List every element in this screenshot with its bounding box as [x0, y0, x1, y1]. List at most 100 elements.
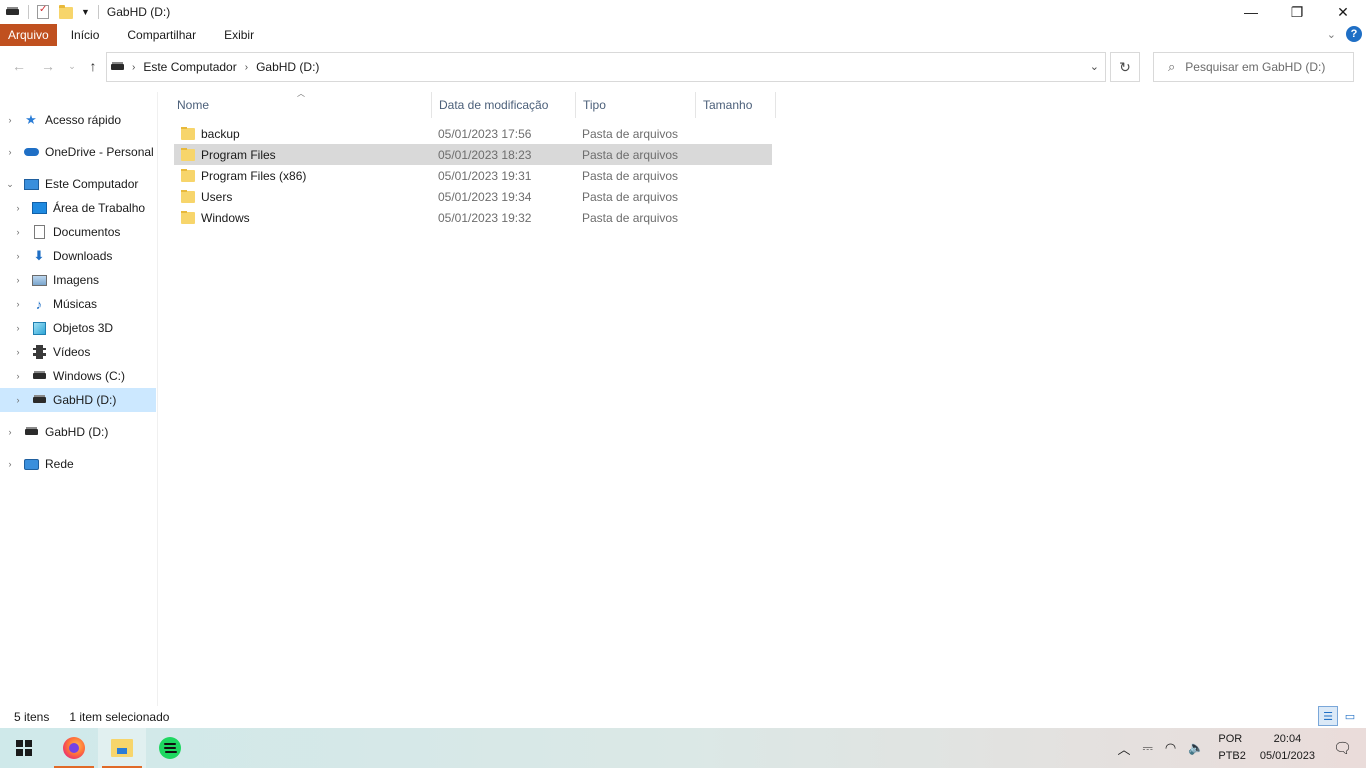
sidebar-item-label: GabHD (D:) — [45, 425, 109, 439]
sidebar-item-onedrive[interactable]: › OneDrive - Personal — [0, 140, 156, 164]
sidebar-item-3d-objects[interactable]: › Objetos 3D — [0, 316, 156, 340]
search-box[interactable]: ⌕ — [1153, 52, 1354, 82]
column-header-name[interactable]: ︿ Nome — [170, 89, 432, 118]
sidebar-item-desktop[interactable]: › Área de Trabalho — [0, 196, 156, 220]
keyboard-layout: PTB2 — [1218, 750, 1246, 762]
quick-access-toolbar: ▼ — [0, 0, 103, 24]
search-input[interactable] — [1185, 60, 1336, 74]
breadcrumb-drive[interactable]: GabHD (D:) — [256, 60, 319, 74]
expand-icon[interactable]: › — [13, 371, 23, 381]
clock[interactable]: 20:04 05/01/2023 — [1260, 731, 1315, 765]
minimize-button[interactable]: — — [1228, 0, 1274, 24]
expand-icon[interactable]: › — [13, 299, 23, 309]
table-row[interactable]: Windows 05/01/2023 19:32 Pasta de arquiv… — [174, 207, 772, 228]
sidebar-item-music[interactable]: › ♪ Músicas — [0, 292, 156, 316]
navigation-bar: ← → ⌄ ↑ › Este Computador › GabHD (D:) ⌄… — [0, 50, 1366, 84]
sidebar-item-downloads[interactable]: › ⬇ Downloads — [0, 244, 156, 268]
maximize-button[interactable]: ❐ — [1274, 0, 1320, 24]
wifi-icon[interactable]: ◠ — [1165, 740, 1176, 756]
sidebar-item-label: Este Computador — [45, 177, 139, 191]
taskbar-file-explorer[interactable] — [98, 728, 146, 768]
sidebar-item-this-pc[interactable]: ⌄ Este Computador — [0, 172, 156, 196]
expand-icon[interactable]: › — [13, 347, 23, 357]
start-button[interactable] — [0, 728, 48, 768]
sidebar-item-label: Acesso rápido — [45, 113, 122, 127]
expand-icon[interactable]: › — [5, 147, 15, 157]
sidebar-item-label: Rede — [45, 457, 74, 471]
table-row[interactable]: Program Files 05/01/2023 18:23 Pasta de … — [174, 144, 772, 165]
table-row[interactable]: Users 05/01/2023 19:34 Pasta de arquivos — [174, 186, 772, 207]
folder-icon — [181, 126, 195, 140]
collapse-icon[interactable]: ⌄ — [5, 179, 15, 190]
expand-icon[interactable]: › — [5, 115, 15, 125]
clock-date: 05/01/2023 — [1259, 750, 1315, 762]
expand-ribbon-icon[interactable]: ⌄ — [1327, 28, 1336, 41]
address-dropdown-icon[interactable]: ⌄ — [1090, 60, 1099, 73]
drive-icon[interactable] — [6, 5, 20, 19]
properties-icon[interactable] — [37, 4, 51, 19]
sidebar-item-gabhd-d-root[interactable]: › GabHD (D:) — [0, 420, 156, 444]
toolbar-separator — [97, 5, 99, 19]
sidebar-item-gabhd-d[interactable]: › GabHD (D:) — [0, 388, 156, 412]
sidebar-item-quick-access[interactable]: › ★ Acesso rápido — [0, 108, 156, 132]
back-button[interactable]: ← — [9, 56, 29, 76]
large-icons-view-icon[interactable]: ▭ — [1340, 706, 1360, 726]
battery-plug-icon[interactable]: ⎓ — [1142, 740, 1152, 756]
refresh-button[interactable]: ↻ — [1110, 52, 1140, 82]
table-row[interactable]: backup 05/01/2023 17:56 Pasta de arquivo… — [174, 123, 772, 144]
expand-icon[interactable]: › — [13, 395, 23, 405]
sidebar-item-documents[interactable]: › Documentos — [0, 220, 156, 244]
language-indicator[interactable]: POR PTB2 — [1218, 731, 1246, 765]
taskbar-spotify[interactable] — [146, 728, 194, 768]
tab-home[interactable]: Início — [57, 24, 114, 46]
sidebar-item-label: OneDrive - Personal — [45, 145, 154, 159]
column-header-type[interactable]: Tipo — [576, 92, 696, 118]
expand-icon[interactable]: › — [5, 459, 15, 469]
expand-icon[interactable]: › — [5, 427, 15, 437]
sidebar-item-windows-c[interactable]: › Windows (C:) — [0, 364, 156, 388]
sidebar-item-network[interactable]: › Rede — [0, 452, 156, 476]
sidebar-item-videos[interactable]: › Vídeos — [0, 340, 156, 364]
tab-share[interactable]: Compartilhar — [113, 24, 210, 46]
expand-icon[interactable]: › — [13, 275, 23, 285]
column-header-date[interactable]: Data de modificação — [432, 92, 576, 118]
breadcrumb-this-pc[interactable]: Este Computador — [143, 60, 236, 74]
search-icon: ⌕ — [1168, 59, 1176, 74]
up-button[interactable]: ↑ — [83, 56, 103, 76]
music-icon: ♪ — [35, 296, 43, 312]
expand-icon[interactable]: › — [13, 251, 23, 261]
sidebar-item-label: Músicas — [53, 297, 98, 311]
sidebar-item-label: Vídeos — [53, 345, 91, 359]
expand-icon[interactable]: › — [13, 323, 23, 333]
file-type: Pasta de arquivos — [582, 168, 679, 183]
table-row[interactable]: Program Files (x86) 05/01/2023 19:31 Pas… — [174, 165, 772, 186]
status-bar: 5 itens 1 item selecionado ☰ ▭ — [0, 706, 1366, 728]
file-type: Pasta de arquivos — [582, 126, 679, 141]
forward-button[interactable]: → — [38, 56, 58, 76]
details-view-icon[interactable]: ☰ — [1318, 706, 1338, 726]
tab-file[interactable]: Arquivo — [0, 24, 57, 46]
system-tray: ︿ ⎓ ◠ 🔈 POR PTB2 20:04 05/01/2023 🗨 — [1111, 728, 1366, 768]
file-date: 05/01/2023 19:31 — [438, 168, 532, 183]
file-type: Pasta de arquivos — [582, 189, 679, 204]
notifications-icon[interactable]: 🗨 — [1333, 739, 1352, 757]
expand-icon[interactable]: › — [13, 227, 23, 237]
close-button[interactable]: ✕ — [1320, 0, 1366, 24]
volume-icon[interactable]: 🔈 — [1188, 740, 1204, 756]
breadcrumb-separator-icon[interactable]: › — [245, 62, 248, 73]
column-header-size[interactable]: Tamanho — [696, 92, 776, 118]
chevron-up-icon[interactable]: ︿ — [1117, 739, 1130, 758]
new-folder-icon[interactable] — [59, 5, 73, 19]
address-bar[interactable]: › Este Computador › GabHD (D:) ⌄ — [106, 52, 1106, 82]
recent-locations-icon[interactable]: ⌄ — [62, 56, 82, 76]
file-type: Pasta de arquivos — [582, 147, 679, 162]
customize-toolbar-icon[interactable]: ▼ — [81, 7, 90, 17]
help-icon[interactable]: ? — [1346, 26, 1362, 42]
expand-icon[interactable]: › — [13, 203, 23, 213]
taskbar-firefox[interactable] — [50, 728, 98, 768]
sidebar-item-pictures[interactable]: › Imagens — [0, 268, 156, 292]
breadcrumb-separator-icon[interactable]: › — [132, 62, 135, 73]
tab-view[interactable]: Exibir — [210, 24, 268, 46]
language-code: POR — [1218, 733, 1243, 745]
file-name: Program Files — [201, 147, 276, 162]
